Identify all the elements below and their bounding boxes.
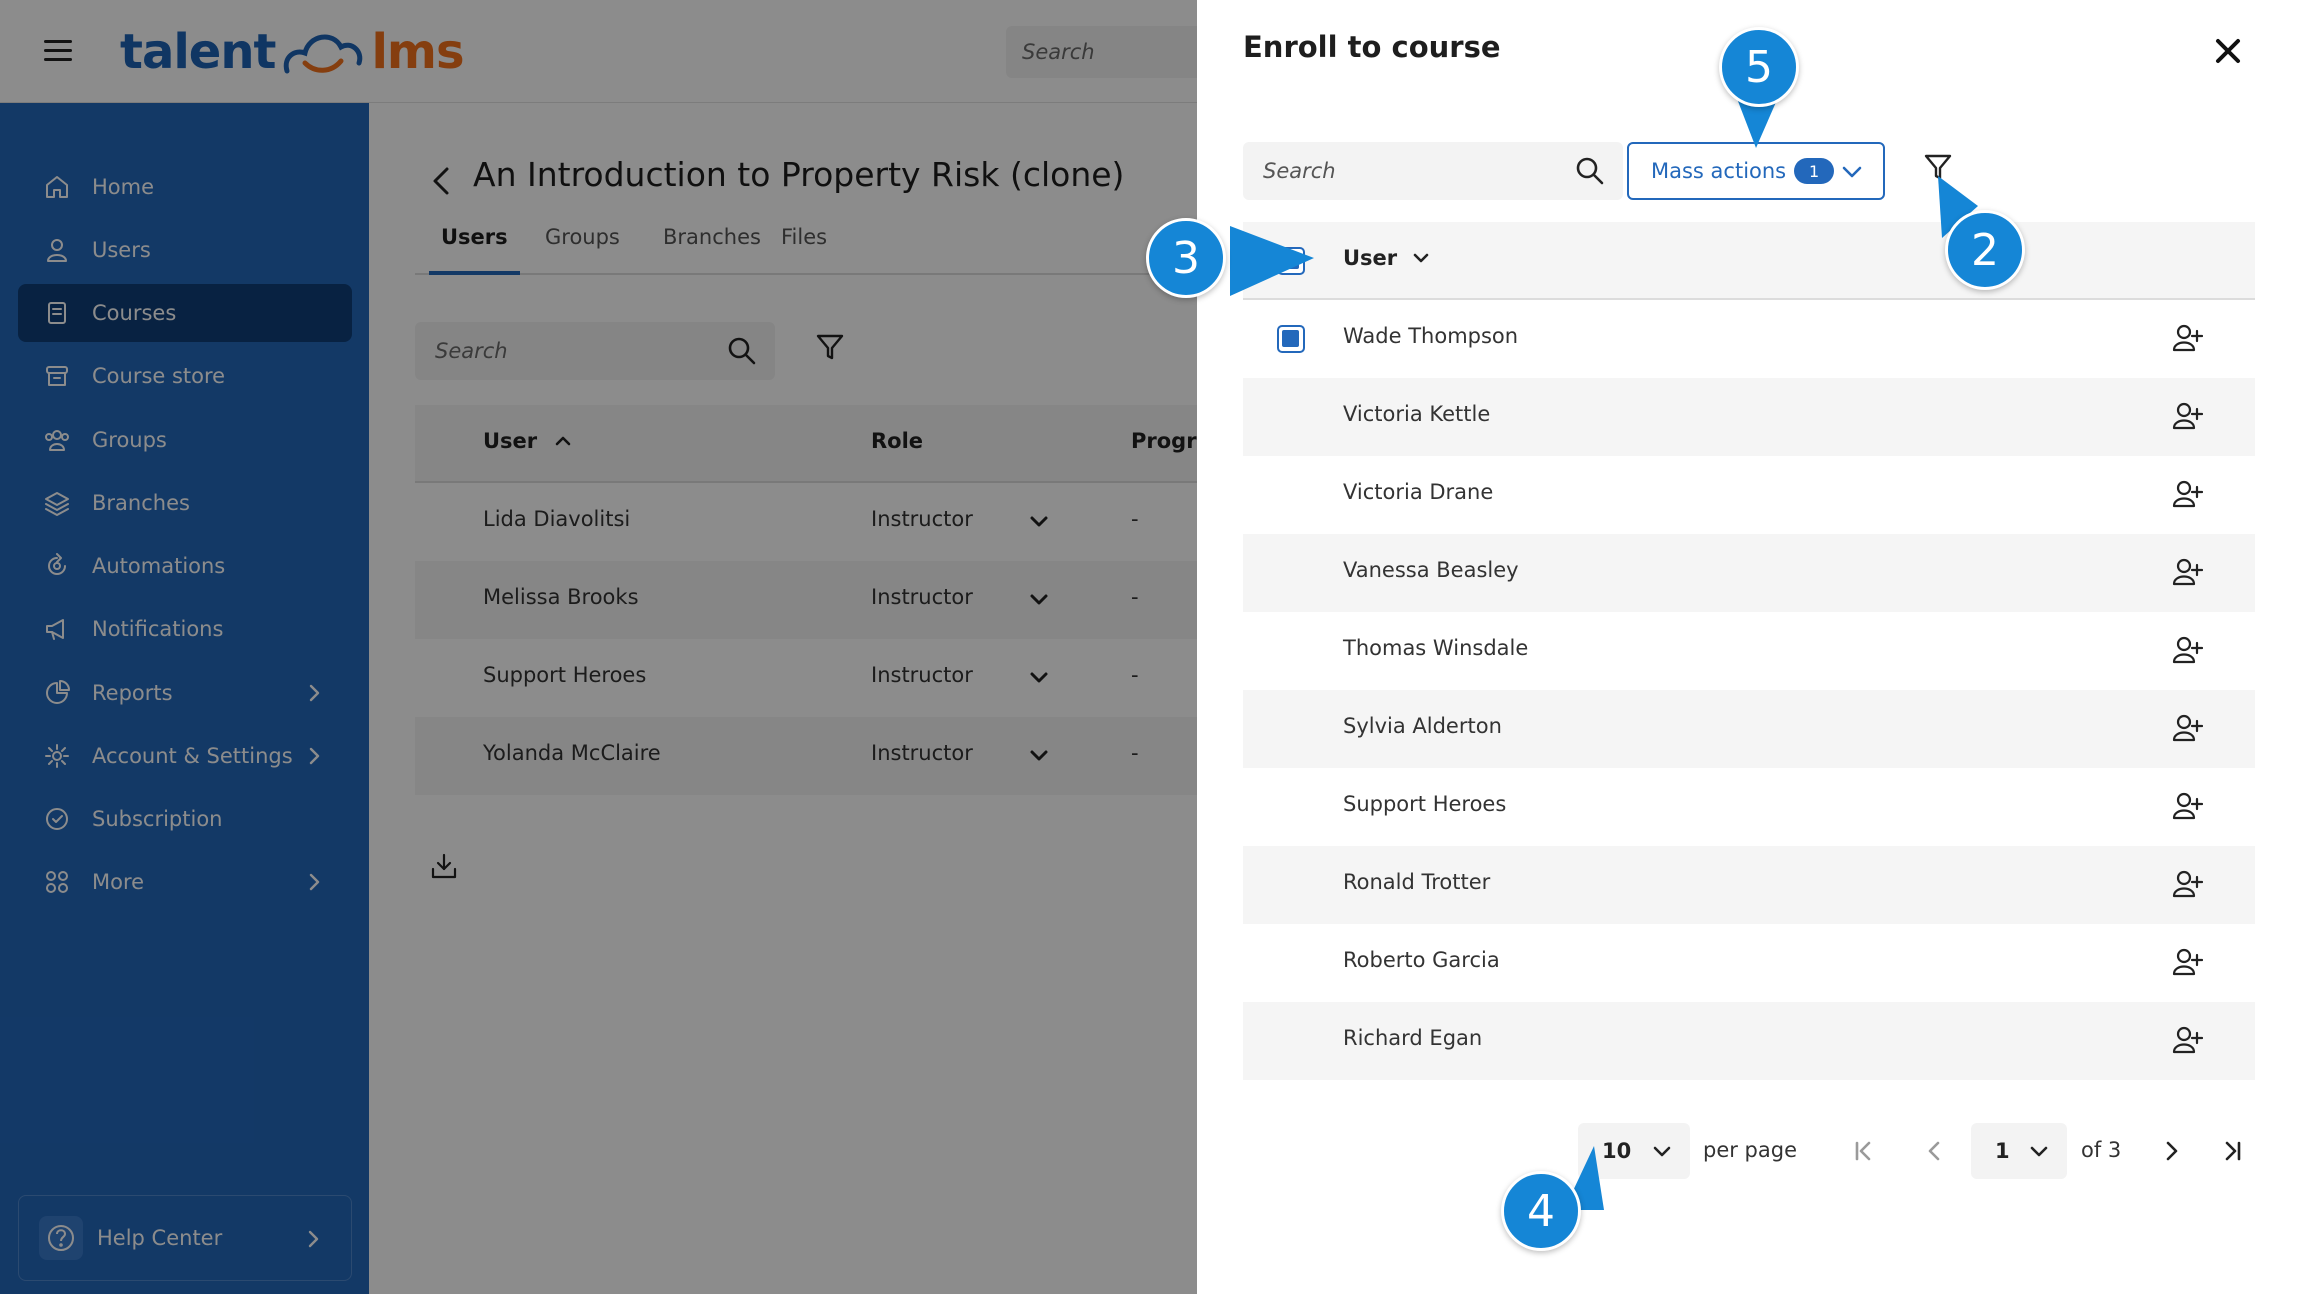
table-row[interactable]: Richard Egan [1243, 1002, 2255, 1080]
chevron-down-icon [1413, 253, 1429, 263]
add-user-icon[interactable] [2171, 1024, 2204, 1056]
page-number-value: 1 [1995, 1139, 2010, 1163]
per-page-label: per page [1703, 1138, 1798, 1162]
user-name: Thomas Winsdale [1343, 636, 1529, 660]
table-row[interactable]: Victoria Drane [1243, 456, 2255, 534]
callout-5: 5 [1719, 27, 1799, 107]
table-header: User [1243, 222, 2255, 300]
selected-count-badge: 1 [1794, 158, 1835, 184]
enroll-search-input[interactable]: Search [1243, 142, 1623, 200]
page-number-select[interactable]: 1 [1971, 1123, 2067, 1179]
column-header-user-label: User [1343, 246, 1398, 270]
user-name: Sylvia Alderton [1343, 714, 1502, 738]
enroll-users-table: User Wade Thompson Victoria Kettle Victori… [1243, 222, 2255, 1080]
panel-title: Enroll to course [1243, 30, 1501, 64]
mass-actions-label: Mass actions [1651, 159, 1787, 183]
modal-backdrop[interactable] [0, 0, 1197, 1294]
next-page-icon[interactable] [2157, 1136, 2187, 1166]
add-user-icon[interactable] [2171, 478, 2204, 510]
table-row[interactable]: Vanessa Beasley [1243, 534, 2255, 612]
chevron-down-icon [2027, 1139, 2051, 1168]
add-user-icon[interactable] [2171, 946, 2204, 978]
add-user-icon[interactable] [2171, 712, 2204, 744]
chevron-down-icon [1650, 1139, 1674, 1168]
mass-actions-dropdown[interactable]: Mass actions 1 [1627, 142, 1885, 200]
add-user-icon[interactable] [2171, 400, 2204, 432]
user-name: Roberto Garcia [1343, 948, 1500, 972]
search-placeholder: Search [1263, 159, 1336, 183]
column-header-user[interactable]: User [1343, 246, 1431, 270]
table-row[interactable]: Sylvia Alderton [1243, 690, 2255, 768]
enroll-to-course-panel: Enroll to course Search Mass actions 1 U… [1197, 0, 2302, 1294]
user-name: Victoria Drane [1343, 480, 1494, 504]
user-name: Wade Thompson [1343, 324, 1519, 348]
user-name: Support Heroes [1343, 792, 1507, 816]
add-user-icon[interactable] [2171, 868, 2204, 900]
callout-3: 3 [1146, 218, 1226, 298]
user-name: Vanessa Beasley [1343, 558, 1519, 582]
add-user-icon[interactable] [2171, 634, 2204, 666]
close-icon[interactable] [2213, 36, 2243, 66]
table-row[interactable]: Roberto Garcia [1243, 924, 2255, 1002]
table-row[interactable]: Ronald Trotter [1243, 846, 2255, 924]
callout-2: 2 [1945, 210, 2025, 290]
total-pages-label: of 3 [2081, 1138, 2122, 1162]
table-row[interactable]: Victoria Kettle [1243, 378, 2255, 456]
table-row[interactable]: Wade Thompson [1243, 300, 2255, 378]
chevron-down-icon [1839, 159, 1865, 190]
user-name: Victoria Kettle [1343, 402, 1491, 426]
user-name: Richard Egan [1343, 1026, 1483, 1050]
user-name: Ronald Trotter [1343, 870, 1491, 894]
add-user-icon[interactable] [2171, 790, 2204, 822]
previous-page-icon[interactable] [1919, 1136, 1949, 1166]
table-row[interactable]: Thomas Winsdale [1243, 612, 2255, 690]
callout-4: 4 [1501, 1171, 1581, 1251]
search-icon[interactable] [1575, 156, 1605, 191]
table-row[interactable]: Support Heroes [1243, 768, 2255, 846]
first-page-icon[interactable] [1849, 1136, 1879, 1166]
last-page-icon[interactable] [2217, 1136, 2247, 1166]
row-checkbox[interactable] [1277, 325, 1305, 353]
add-user-icon[interactable] [2171, 322, 2204, 354]
callout-3-pointer [1230, 226, 1314, 296]
add-user-icon[interactable] [2171, 556, 2204, 588]
